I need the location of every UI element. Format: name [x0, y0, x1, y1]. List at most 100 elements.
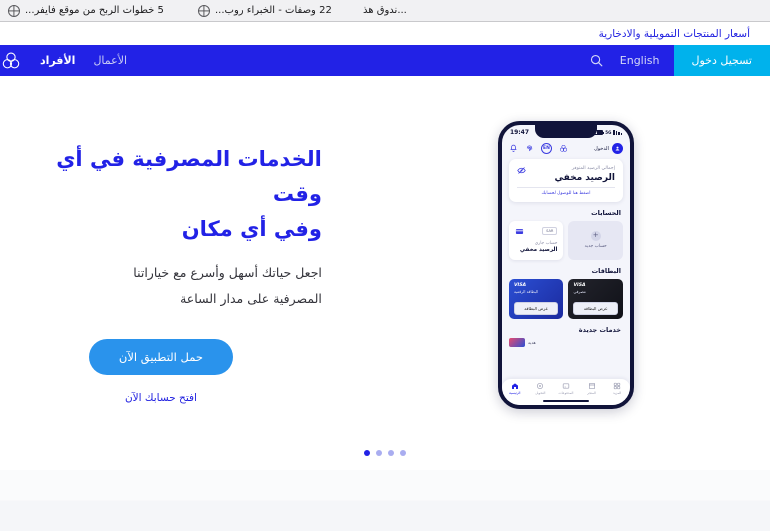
hero-carousel-slide: الخدمات المصرفية في أي وقت وفي أي مكان ا…	[0, 76, 770, 470]
app-top-bar: EN الدخول	[502, 140, 630, 159]
bank-trefoil-logo[interactable]	[0, 50, 22, 72]
hero-visual: 19:47 5G EN الدخول إجمالي الرصيد المتوفر…	[362, 76, 770, 470]
payments-icon	[562, 383, 570, 389]
accounts-row: SAR حساب جاري الرصيد مخفي + حساب جديد	[508, 220, 623, 260]
plus-icon: +	[590, 230, 601, 241]
phone-notch	[534, 125, 597, 138]
balance-cta-link[interactable]: اضغط هنا للوصول لحسابك	[517, 191, 615, 196]
visa-logo: VISA	[573, 282, 586, 288]
hero-actions: حمل التطبيق الآن افتح حسابك الآن	[0, 338, 322, 404]
new-account-card[interactable]: + حساب جديد	[568, 220, 623, 260]
main-navigation-bar: الأفراد الأعمال English تسجيل دخول	[0, 45, 770, 76]
language-switch-link[interactable]: English	[620, 54, 660, 67]
app-icon-row: EN	[509, 143, 568, 154]
bottom-nav-payments[interactable]: المدفوعات	[553, 382, 579, 395]
payment-card-masrafi[interactable]: VISA مصرفي عرض البطاقة	[568, 278, 623, 319]
account-balance: الرصيد مخفي	[519, 246, 558, 253]
cards-section-title: البطاقات	[591, 266, 621, 275]
accounts-section-title: الحسابات	[591, 208, 621, 217]
app-login-chip[interactable]: الدخول	[594, 143, 623, 154]
browser-tab-title: 22 وصفات - الخبراء روب...	[215, 5, 332, 16]
view-card-button[interactable]: عرض البطاقة	[513, 301, 559, 315]
nav-actions-group: English تسجيل دخول	[579, 45, 770, 76]
nav-tab-business[interactable]: الأعمال	[93, 55, 127, 66]
currency-chip: SAR	[542, 227, 558, 236]
browser-tab-title: 5 خطوات الربح من موقع فايفر...	[25, 5, 164, 16]
hero-title-line-1: الخدمات المصرفية في أي وقت	[56, 147, 322, 206]
new-account-label: حساب جديد	[584, 243, 607, 249]
account-card-head: SAR	[515, 227, 558, 236]
globe-icon	[8, 4, 20, 17]
status-time: 19:47	[509, 129, 530, 136]
network-label: 5G	[605, 130, 612, 135]
bank-logo-icon	[560, 144, 567, 152]
hero-subtitle: اجعل حياتك أسهل وأسرع مع خياراتنا المصرف…	[0, 260, 322, 313]
nav-brand-group: الأفراد الأعمال	[0, 45, 143, 76]
bottom-nav-label: المتجر	[587, 391, 596, 395]
hero-title: الخدمات المصرفية في أي وقت وفي أي مكان	[0, 142, 322, 246]
open-account-link[interactable]: افتح حسابك الآن	[125, 392, 197, 404]
account-card[interactable]: SAR حساب جاري الرصيد مخفي	[508, 220, 564, 260]
view-card-button[interactable]: عرض البطاقة	[573, 301, 618, 315]
card-brand-block: VISA مصرفي	[573, 283, 618, 294]
services-section-title: خدمات جديدة	[578, 325, 621, 334]
bottom-nav-more[interactable]: المزيد	[604, 382, 630, 395]
card-icon	[515, 228, 523, 234]
status-indicators: 5G	[594, 130, 622, 135]
nav-actions-inner: English	[579, 45, 674, 76]
payment-card-digital[interactable]: VISA البطاقة الرقمية عرض البطاقة	[508, 278, 564, 319]
search-icon[interactable]	[589, 53, 604, 68]
card-brand-block: VISA البطاقة الرقمية	[514, 283, 559, 294]
balance-card[interactable]: إجمالي الرصيد المتوفر الرصيد مخفي اضغط ه…	[508, 159, 623, 202]
bottom-nav-label: المدفوعات	[558, 391, 574, 395]
promo-label: هدية	[527, 339, 536, 345]
bottom-nav-transfer[interactable]: التحويل	[528, 382, 554, 395]
user-avatar-icon	[611, 143, 623, 154]
bell-icon[interactable]	[509, 144, 518, 153]
balance-value: الرصيد مخفي	[554, 173, 615, 183]
eye-off-icon[interactable]	[517, 166, 526, 175]
nav-tab-individuals[interactable]: الأفراد	[40, 55, 75, 66]
bottom-nav-store[interactable]: المتجر	[579, 382, 605, 395]
hero-subtitle-line-1: اجعل حياتك أسهل وأسرع مع خياراتنا	[133, 265, 322, 281]
app-bottom-nav: الرئيسية التحويل المدفوعات المتجر المزيد	[501, 379, 630, 405]
hero-copy: الخدمات المصرفية في أي وقت وفي أي مكان ا…	[0, 142, 362, 403]
en-language-badge[interactable]: EN	[540, 143, 552, 154]
rates-link[interactable]: أسعار المنتجات التمويلية والادخارية	[599, 28, 750, 40]
promo-thumbnail	[508, 337, 525, 347]
carousel-dot-active[interactable]	[364, 450, 370, 456]
card-name: مصرفي	[573, 288, 586, 294]
bottom-nav-label: المزيد	[613, 391, 622, 395]
bottom-nav-label: التحويل	[535, 391, 546, 395]
carousel-dot[interactable]	[388, 450, 394, 456]
login-button[interactable]: تسجيل دخول	[673, 45, 770, 76]
home-indicator	[542, 399, 589, 402]
home-icon	[511, 383, 518, 389]
browser-tab[interactable]: 5 خطوات الربح من موقع فايفر...	[0, 0, 190, 21]
carousel-dot[interactable]	[400, 450, 406, 456]
page-bottom-section	[0, 470, 770, 531]
transfer-icon	[537, 383, 544, 389]
utility-top-bar: أسعار المنتجات التمويلية والادخارية	[0, 22, 770, 45]
browser-tab[interactable]: 22 وصفات - الخبراء روب...	[190, 0, 355, 21]
browser-tab-bar: 5 خطوات الربح من موقع فايفر... 22 وصفات …	[0, 0, 770, 22]
hero-subtitle-line-2: المصرفية على مدار الساعة	[180, 291, 322, 307]
carousel-dots	[0, 450, 770, 456]
download-app-button[interactable]: حمل التطبيق الآن	[88, 338, 234, 375]
card-name: البطاقة الرقمية	[513, 288, 539, 294]
bottom-nav-home[interactable]: الرئيسية	[502, 382, 528, 395]
hero-title-line-2: وفي أي مكان	[181, 216, 322, 241]
fingerprint-icon[interactable]	[525, 144, 534, 153]
signal-icon	[613, 130, 622, 135]
browser-tab[interactable]: ...ندوق هذ	[355, 0, 415, 21]
phone-mockup: 19:47 5G EN الدخول إجمالي الرصيد المتوفر…	[497, 121, 634, 409]
browser-tab-title: ...ندوق هذ	[363, 5, 407, 16]
app-login-label: الدخول	[594, 145, 609, 152]
visa-logo: VISA	[513, 282, 527, 288]
services-promo-strip[interactable]: هدية	[508, 337, 623, 347]
store-icon	[588, 383, 595, 389]
account-type: حساب جاري	[534, 240, 558, 246]
more-icon	[613, 382, 621, 390]
carousel-dot[interactable]	[376, 450, 382, 456]
balance-label: إجمالي الرصيد المتوفر	[571, 166, 615, 171]
